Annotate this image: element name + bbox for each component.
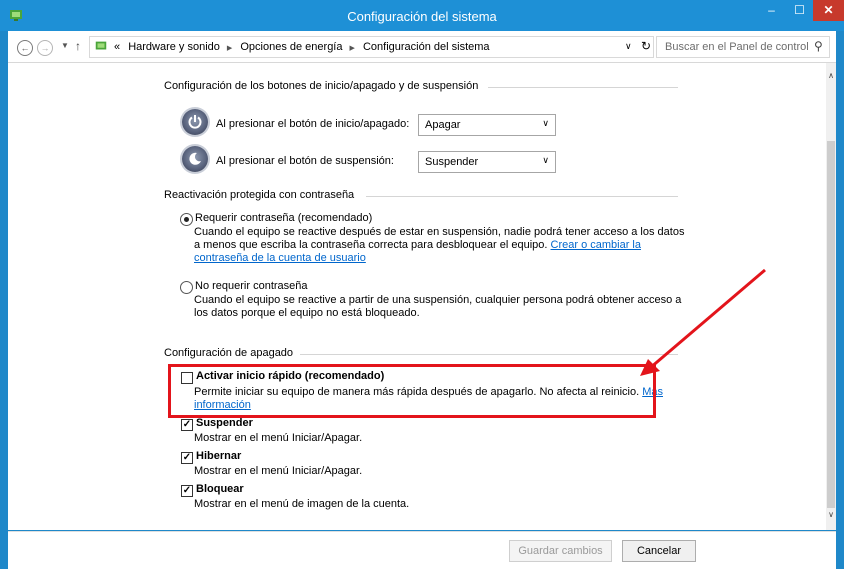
lock-label[interactable]: Bloquear bbox=[196, 483, 244, 495]
power-button-value: Apagar bbox=[425, 119, 461, 131]
back-button[interactable]: ← bbox=[17, 40, 33, 56]
sleep-button-icon bbox=[182, 146, 208, 172]
scroll-up-icon[interactable]: ∧ bbox=[826, 71, 836, 80]
recent-locations-dropdown[interactable]: ▼ bbox=[61, 41, 69, 50]
scroll-thumb[interactable] bbox=[827, 141, 835, 508]
suspend-label[interactable]: Suspender bbox=[196, 417, 253, 429]
breadcrumb-hardware[interactable]: Hardware y sonido bbox=[128, 41, 220, 53]
change-password-link-cont[interactable]: contraseña de la cuenta de usuario bbox=[194, 252, 684, 265]
chevron-right-icon[interactable]: ▶ bbox=[227, 45, 232, 52]
search-icon[interactable]: ⚲ bbox=[814, 39, 823, 53]
breadcrumb-system-settings[interactable]: Configuración del sistema bbox=[363, 41, 490, 53]
highlight-box bbox=[168, 364, 656, 418]
power-button-select[interactable]: Apagar ∨ bbox=[418, 114, 556, 136]
section-divider bbox=[366, 196, 678, 197]
require-desc-text: a menos que escriba la contraseña correc… bbox=[194, 239, 548, 251]
no-password-description: Cuando el equipo se reactive a partir de… bbox=[194, 294, 681, 320]
require-password-label[interactable]: Requerir contraseña (recomendado) bbox=[195, 212, 372, 224]
section-divider bbox=[300, 354, 678, 355]
sleep-button-select[interactable]: Suspender ∨ bbox=[418, 151, 556, 173]
no-password-radio[interactable] bbox=[180, 281, 193, 294]
close-button[interactable]: ✕ bbox=[813, 0, 844, 21]
change-password-link[interactable]: Crear o cambiar la bbox=[551, 239, 641, 251]
require-password-radio[interactable] bbox=[180, 213, 193, 226]
lock-description: Mostrar en el menú de imagen de la cuent… bbox=[194, 498, 410, 510]
chevron-right-icon[interactable]: ▶ bbox=[350, 45, 355, 52]
section-heading-shutdown: Configuración de apagado bbox=[164, 347, 294, 359]
suspend-checkbox[interactable] bbox=[181, 419, 193, 431]
vertical-scrollbar[interactable]: ∧ ∨ bbox=[826, 63, 836, 530]
refresh-icon[interactable]: ↻ bbox=[641, 39, 651, 53]
title-bar: Configuración del sistema – ☐ ✕ bbox=[0, 0, 844, 31]
hibernate-checkbox[interactable] bbox=[181, 452, 193, 464]
maximize-button[interactable]: ☐ bbox=[786, 0, 813, 21]
breadcrumb: « Hardware y sonido ▶ Opciones de energía… bbox=[114, 41, 495, 53]
require-desc-line2: a menos que escriba la contraseña correc… bbox=[194, 239, 684, 252]
power-button-icon bbox=[182, 109, 208, 135]
section-divider bbox=[488, 87, 678, 88]
up-button[interactable]: ↑ bbox=[75, 39, 81, 53]
address-toolbar: ← → ▼ ↑ « Hardware y sonido ▶ Opciones de… bbox=[8, 31, 836, 63]
breadcrumb-prefix[interactable]: « bbox=[114, 41, 120, 53]
hibernate-label[interactable]: Hibernar bbox=[196, 450, 241, 462]
save-changes-button[interactable]: Guardar cambios bbox=[509, 540, 612, 562]
chevron-down-icon: ∨ bbox=[542, 118, 549, 128]
power-button-label: Al presionar el botón de inicio/apagado: bbox=[216, 118, 410, 130]
chevron-down-icon: ∨ bbox=[542, 155, 549, 165]
lock-checkbox[interactable] bbox=[181, 485, 193, 497]
no-password-desc-line2: los datos porque el equipo no está bloqu… bbox=[194, 307, 420, 319]
no-password-desc-line1: Cuando el equipo se reactive a partir de… bbox=[194, 294, 682, 306]
forward-button[interactable]: → bbox=[37, 40, 53, 56]
breadcrumb-power-options[interactable]: Opciones de energía bbox=[240, 41, 342, 53]
search-input[interactable]: Buscar en el Panel de control ⚲ bbox=[656, 36, 830, 58]
section-heading-password: Reactivación protegida con contraseña bbox=[164, 189, 355, 201]
scroll-down-icon[interactable]: ∨ bbox=[826, 510, 836, 519]
search-placeholder: Buscar en el Panel de control bbox=[665, 41, 809, 53]
require-desc-line1: Cuando el equipo se reactive después de … bbox=[194, 226, 685, 238]
require-password-description: Cuando el equipo se reactive después de … bbox=[194, 226, 684, 265]
minimize-button[interactable]: – bbox=[758, 0, 785, 21]
address-dropdown-icon[interactable]: ∨ bbox=[625, 41, 632, 52]
hibernate-description: Mostrar en el menú Iniciar/Apagar. bbox=[194, 465, 363, 477]
suspend-description: Mostrar en el menú Iniciar/Apagar. bbox=[194, 432, 363, 444]
cancel-button[interactable]: Cancelar bbox=[622, 540, 696, 562]
footer-bar bbox=[8, 531, 836, 569]
sleep-button-value: Suspender bbox=[425, 156, 479, 168]
window-title: Configuración del sistema bbox=[347, 9, 497, 24]
control-panel-icon bbox=[95, 41, 107, 50]
sleep-button-label: Al presionar el botón de suspensión: bbox=[216, 155, 394, 167]
no-password-label[interactable]: No requerir contraseña bbox=[195, 280, 308, 292]
address-field[interactable]: « Hardware y sonido ▶ Opciones de energía… bbox=[89, 36, 654, 58]
section-heading-buttons: Configuración de los botones de inicio/a… bbox=[164, 80, 479, 92]
